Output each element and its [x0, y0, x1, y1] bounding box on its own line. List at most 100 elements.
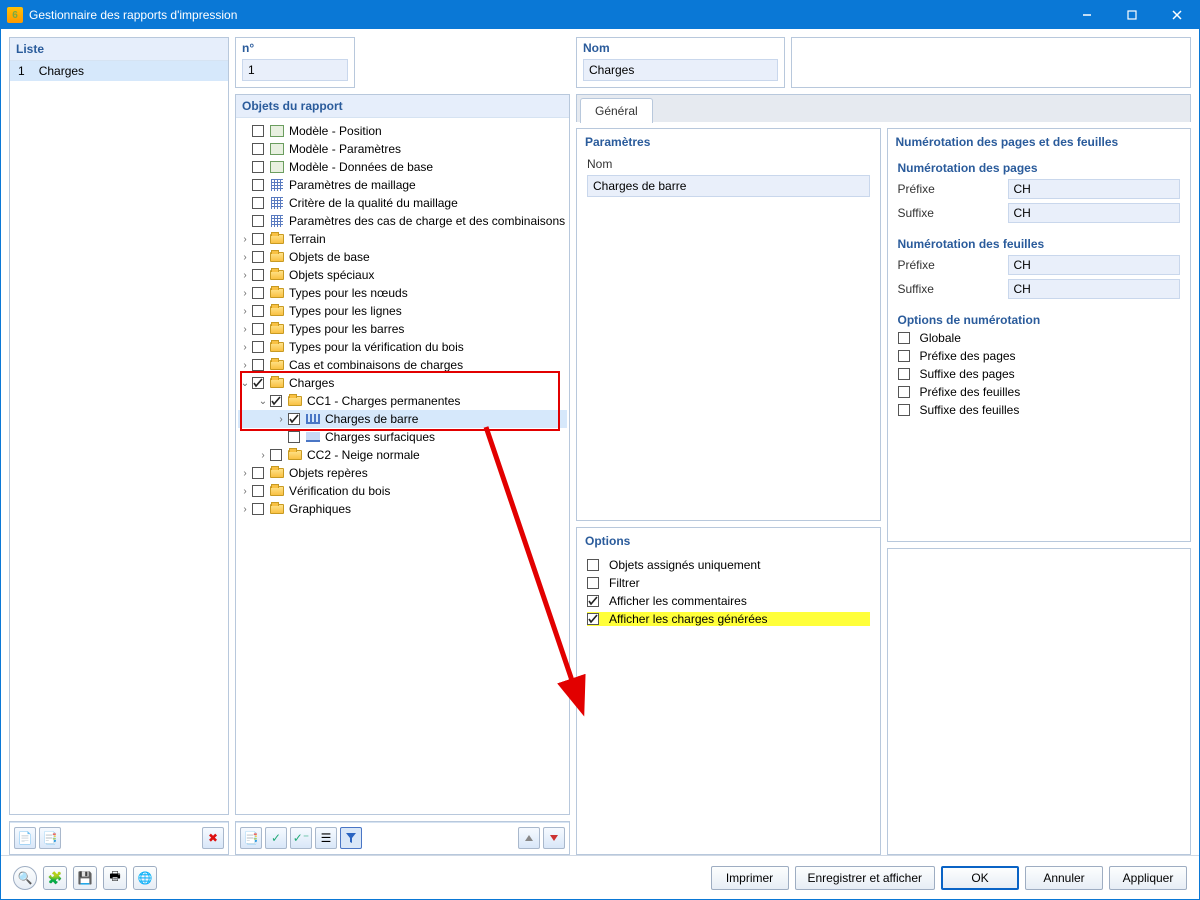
tree-checkbox[interactable]	[252, 485, 264, 497]
tab-general[interactable]: Général	[580, 98, 653, 123]
sheets-suffix-input[interactable]: CH	[1008, 279, 1181, 299]
move-down-button[interactable]	[543, 827, 565, 849]
tree-checkbox[interactable]	[252, 377, 264, 389]
tree-checkbox[interactable]	[288, 431, 300, 443]
tree-checkbox[interactable]	[252, 287, 264, 299]
tree-checkbox[interactable]	[252, 323, 264, 335]
sheets-suffix-label: Suffixe	[898, 282, 1008, 296]
parametres-title: Paramètres	[577, 129, 880, 153]
maximize-button[interactable]	[1109, 1, 1154, 29]
tree-checkbox[interactable]	[252, 197, 264, 209]
param-nom-value[interactable]: Charges de barre	[587, 175, 870, 197]
surface-load-icon	[305, 430, 321, 444]
liste-header: Liste	[10, 38, 228, 61]
checkbox-sp[interactable]	[898, 368, 910, 380]
checkbox-show-comments[interactable]	[587, 595, 599, 607]
move-up-button[interactable]	[518, 827, 540, 849]
pages-subtitle: Numérotation des pages	[898, 161, 1181, 175]
tree-checkbox[interactable]	[252, 125, 264, 137]
tree-checkbox[interactable]	[252, 269, 264, 281]
expander-icon[interactable]: ⌄	[256, 396, 270, 407]
objects-tree[interactable]: Modèle - Position Modèle - Paramètres Mo…	[236, 118, 569, 814]
expander-icon[interactable]: ⌄	[238, 378, 252, 389]
window-title: Gestionnaire des rapports d'impression	[29, 8, 1064, 22]
tree-checkbox[interactable]	[252, 359, 264, 371]
checkbox-pp[interactable]	[898, 350, 910, 362]
expander-icon[interactable]: ›	[256, 450, 270, 461]
expander-icon[interactable]: ›	[238, 360, 252, 371]
checkbox-assigned-only[interactable]	[587, 559, 599, 571]
tree-checkbox[interactable]	[252, 341, 264, 353]
close-button[interactable]	[1154, 1, 1199, 29]
expander-icon[interactable]: ›	[238, 270, 252, 281]
expander-icon[interactable]: ›	[238, 342, 252, 353]
opt-comments-label: Afficher les commentaires	[609, 594, 747, 608]
save-show-button[interactable]: Enregistrer et afficher	[795, 866, 936, 890]
tree-checkbox[interactable]	[252, 215, 264, 227]
tool-button-3[interactable]: 🖶	[103, 866, 127, 890]
number-panel: n° 1	[235, 37, 355, 88]
checkbox-globale[interactable]	[898, 332, 910, 344]
pages-suffix-input[interactable]: CH	[1008, 203, 1181, 223]
no-input[interactable]: 1	[242, 59, 348, 81]
expander-icon[interactable]: ›	[238, 468, 252, 479]
expander-icon[interactable]: ›	[238, 252, 252, 263]
sheets-subtitle: Numérotation des feuilles	[898, 237, 1181, 251]
tree-checkbox[interactable]	[252, 305, 264, 317]
tree-checkbox[interactable]	[252, 251, 264, 263]
checkbox-sf[interactable]	[898, 404, 910, 416]
expander-icon[interactable]: ›	[274, 414, 288, 425]
new-report-button[interactable]: 📄	[14, 827, 36, 849]
tree-checkbox[interactable]	[252, 143, 264, 155]
load-params-icon	[269, 214, 285, 228]
tree-checkbox[interactable]	[252, 161, 264, 173]
duplicate-report-button[interactable]: 📑	[39, 827, 61, 849]
check-all-button[interactable]: ✓	[265, 827, 287, 849]
tree-checkbox[interactable]	[252, 503, 264, 515]
checkbox-pf[interactable]	[898, 386, 910, 398]
ok-button[interactable]: OK	[941, 866, 1019, 890]
folder-icon	[269, 232, 285, 246]
uncheck-all-button[interactable]: ✓⁻	[290, 827, 312, 849]
tree-checkbox[interactable]	[252, 233, 264, 245]
apply-button[interactable]: Appliquer	[1109, 866, 1187, 890]
expander-icon[interactable]: ›	[238, 324, 252, 335]
delete-report-button[interactable]: ✖	[202, 827, 224, 849]
opt-pf-label: Préfixe des feuilles	[920, 385, 1021, 399]
tree-checkbox[interactable]	[288, 413, 300, 425]
copy-button[interactable]: 📑	[240, 827, 262, 849]
folder-icon	[269, 304, 285, 318]
tree-checkbox[interactable]	[270, 449, 282, 461]
objets-header: Objets du rapport	[236, 95, 569, 118]
pages-suffix-label: Suffixe	[898, 206, 1008, 220]
print-button[interactable]: Imprimer	[711, 866, 789, 890]
cancel-button[interactable]: Annuler	[1025, 866, 1103, 890]
folder-icon	[269, 376, 285, 390]
checkbox-filter[interactable]	[587, 577, 599, 589]
folder-icon	[269, 250, 285, 264]
expander-icon[interactable]: ›	[238, 504, 252, 515]
tree-checkbox[interactable]	[270, 395, 282, 407]
tool-button-1[interactable]: 🧩	[43, 866, 67, 890]
pages-prefix-input[interactable]: CH	[1008, 179, 1181, 199]
opt-sp-label: Suffixe des pages	[920, 367, 1015, 381]
expander-icon[interactable]: ›	[238, 486, 252, 497]
folder-icon	[269, 268, 285, 282]
checkbox-show-generated[interactable]	[587, 613, 599, 625]
tree-checkbox[interactable]	[252, 467, 264, 479]
empty-panel	[887, 548, 1192, 855]
expander-icon[interactable]: ›	[238, 234, 252, 245]
nom-input[interactable]: Charges	[583, 59, 778, 81]
sheets-prefix-input[interactable]: CH	[1008, 255, 1181, 275]
list-button[interactable]: ☰	[315, 827, 337, 849]
tree-checkbox[interactable]	[252, 179, 264, 191]
language-button[interactable]: 🌐	[133, 866, 157, 890]
tool-button-2[interactable]: 💾	[73, 866, 97, 890]
liste-row[interactable]: 1 Charges	[10, 61, 228, 81]
model-icon	[269, 142, 285, 156]
minimize-button[interactable]	[1064, 1, 1109, 29]
help-button[interactable]: 🔍	[13, 866, 37, 890]
expander-icon[interactable]: ›	[238, 306, 252, 317]
filter-button[interactable]	[340, 827, 362, 849]
expander-icon[interactable]: ›	[238, 288, 252, 299]
